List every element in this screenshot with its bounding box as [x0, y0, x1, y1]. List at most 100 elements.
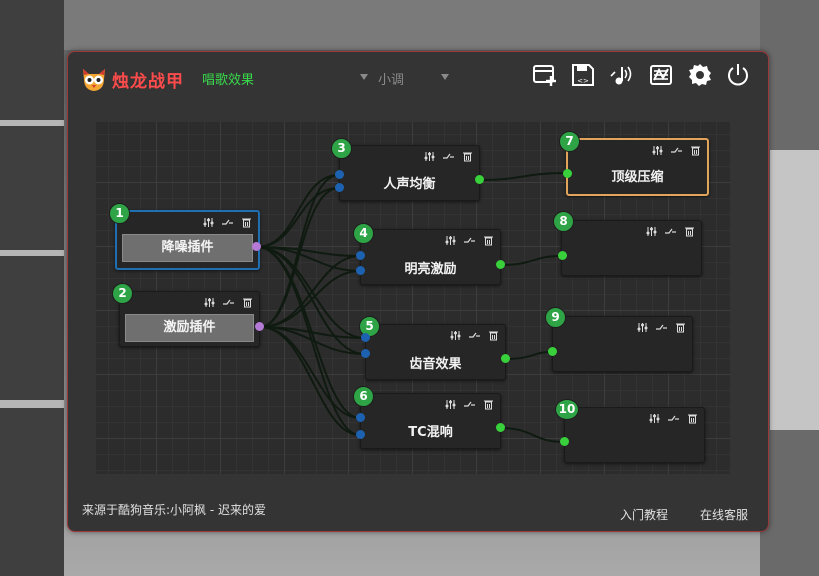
bypass-icon[interactable]: [464, 399, 475, 410]
input-port[interactable]: [356, 430, 365, 439]
node-number-badge: 8: [553, 211, 574, 232]
input-port[interactable]: [558, 251, 567, 260]
power-icon[interactable]: [725, 62, 751, 88]
node-label: 明亮激励: [404, 262, 457, 277]
output-port[interactable]: [475, 175, 484, 184]
node-tools: [424, 149, 473, 163]
node-number-badge: 10: [555, 399, 579, 420]
song-source-label: 来源于酷狗音乐:小阿枫 - 迟来的爱: [82, 503, 267, 517]
plugin-node-5[interactable]: 齿音效果: [365, 324, 506, 380]
delete-icon[interactable]: [488, 330, 499, 341]
input-port[interactable]: [361, 333, 370, 342]
node-number-badge: 6: [353, 386, 374, 407]
support-link[interactable]: 在线客服: [700, 506, 748, 523]
delete-icon[interactable]: [687, 413, 698, 424]
input-port[interactable]: [335, 183, 344, 192]
chevron-down-icon[interactable]: [441, 74, 449, 80]
audio-icon[interactable]: [608, 62, 634, 88]
node-tools: [646, 224, 695, 238]
node-label[interactable]: 激励插件: [125, 314, 254, 342]
adjust-icon[interactable]: [445, 399, 456, 410]
bypass-icon[interactable]: [469, 330, 480, 341]
save-icon[interactable]: <>: [570, 62, 596, 88]
plugin-node-3[interactable]: 人声均衡: [339, 145, 480, 201]
output-port[interactable]: [501, 354, 510, 363]
adjust-icon[interactable]: [445, 235, 456, 246]
node-label: 人声均衡: [383, 177, 436, 192]
node-tools: [204, 295, 253, 309]
preset-selector[interactable]: 小调: [360, 69, 450, 88]
node-label: 齿音效果: [409, 357, 462, 372]
settings-icon[interactable]: [687, 62, 713, 88]
svg-text:<>: <>: [577, 77, 589, 85]
input-port[interactable]: [335, 170, 344, 179]
app-window: 烛龙战甲 唱歌效果 小调 <> 降噪插件 1 激励插件 2 人声均衡 3 明亮激…: [67, 51, 769, 532]
input-port[interactable]: [356, 413, 365, 422]
input-port[interactable]: [361, 349, 370, 358]
node-label: TC混响: [408, 425, 453, 440]
delete-icon[interactable]: [675, 322, 686, 333]
adjust-icon[interactable]: [646, 226, 657, 237]
adjust-icon[interactable]: [424, 151, 435, 162]
preset-value: 小调: [378, 73, 405, 88]
adjust-icon[interactable]: [652, 145, 663, 156]
equalizer-icon[interactable]: [648, 62, 674, 88]
node-label[interactable]: 降噪插件: [122, 234, 253, 262]
plugin-node-8[interactable]: [561, 220, 702, 276]
plugin-node-4[interactable]: 明亮激励: [360, 229, 501, 285]
adjust-icon[interactable]: [203, 217, 214, 228]
adjust-icon[interactable]: [637, 322, 648, 333]
node-tools: [445, 397, 494, 411]
delete-icon[interactable]: [483, 235, 494, 246]
adjust-icon[interactable]: [649, 413, 660, 424]
output-port[interactable]: [255, 322, 264, 331]
add-window-icon[interactable]: [532, 62, 558, 88]
node-tools: [652, 143, 701, 157]
input-port[interactable]: [548, 347, 557, 356]
delete-icon[interactable]: [462, 151, 473, 162]
plugin-node-9[interactable]: [552, 316, 693, 372]
input-port[interactable]: [563, 169, 572, 178]
plugin-node-10[interactable]: [564, 407, 705, 463]
bypass-icon[interactable]: [464, 235, 475, 246]
plugin-node-6[interactable]: TC混响: [360, 393, 501, 449]
title-bar: 烛龙战甲 唱歌效果 小调 <>: [68, 52, 768, 104]
mode-label[interactable]: 唱歌效果: [202, 69, 254, 88]
node-number-badge: 9: [545, 307, 566, 328]
app-title: 烛龙战甲: [112, 72, 184, 92]
plugin-node-7[interactable]: 顶级压缩: [566, 138, 709, 196]
bypass-icon[interactable]: [668, 413, 679, 424]
input-port[interactable]: [560, 437, 569, 446]
chevron-down-icon[interactable]: [360, 74, 368, 80]
output-port[interactable]: [252, 242, 261, 251]
node-tools: [203, 215, 252, 229]
bypass-icon[interactable]: [222, 217, 233, 228]
adjust-icon[interactable]: [450, 330, 461, 341]
node-tools: [649, 411, 698, 425]
node-tools: [637, 320, 686, 334]
output-port[interactable]: [496, 423, 505, 432]
bypass-icon[interactable]: [223, 297, 234, 308]
node-number-badge: 4: [353, 223, 374, 244]
tutorial-link[interactable]: 入门教程: [620, 506, 668, 523]
node-tools: [450, 328, 499, 342]
plugin-node-1[interactable]: 降噪插件: [115, 210, 260, 270]
node-number-badge: 7: [559, 131, 580, 152]
plugin-node-2[interactable]: 激励插件: [119, 291, 260, 347]
delete-icon[interactable]: [690, 145, 701, 156]
delete-icon[interactable]: [241, 217, 252, 228]
output-port[interactable]: [496, 260, 505, 269]
adjust-icon[interactable]: [204, 297, 215, 308]
input-port[interactable]: [356, 251, 365, 260]
bypass-icon[interactable]: [443, 151, 454, 162]
owl-logo-icon: [80, 65, 108, 93]
bypass-icon[interactable]: [665, 226, 676, 237]
node-number-badge: 2: [112, 283, 133, 304]
input-port[interactable]: [356, 266, 365, 275]
node-label: 顶级压缩: [611, 170, 664, 185]
bypass-icon[interactable]: [671, 145, 682, 156]
delete-icon[interactable]: [483, 399, 494, 410]
delete-icon[interactable]: [242, 297, 253, 308]
bypass-icon[interactable]: [656, 322, 667, 333]
delete-icon[interactable]: [684, 226, 695, 237]
